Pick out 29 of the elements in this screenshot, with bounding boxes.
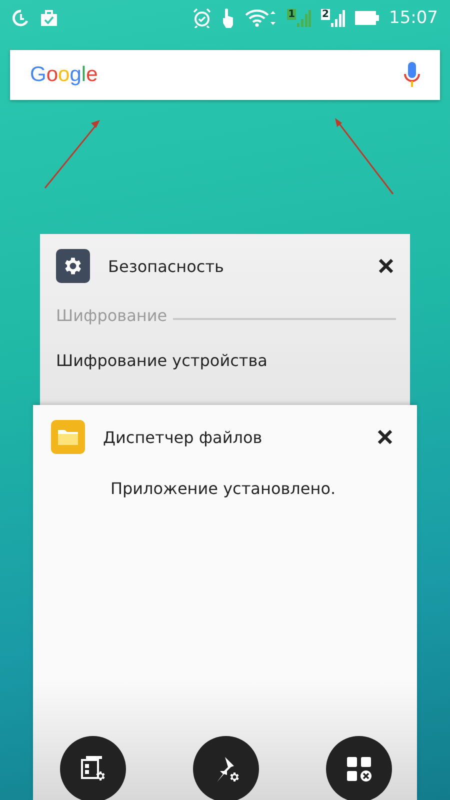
clock-time: 15:07: [389, 8, 438, 28]
wifi-icon: [245, 9, 278, 27]
app-card[interactable]: Безопасность Шифрование Шифрование устройства: [40, 234, 410, 406]
signal-icon: [297, 9, 312, 27]
signal-icon: [331, 9, 345, 27]
update-icon: [12, 9, 30, 27]
sim-number: 2: [321, 9, 330, 20]
section-header: Шифрование: [56, 306, 168, 325]
google-logo: Google: [30, 63, 98, 87]
annotation-arrow: [44, 120, 100, 188]
close-all-apps-icon: [344, 754, 374, 784]
battery-icon: [355, 11, 379, 25]
microphone-icon[interactable]: [404, 62, 420, 88]
touch-hand-icon: [221, 7, 236, 29]
sim-number: 1: [287, 9, 296, 20]
search-bar[interactable]: Google: [10, 50, 440, 100]
close-icon: [377, 429, 393, 445]
settings-app-icon: [56, 249, 90, 283]
setting-item: Шифрование устройства: [56, 351, 268, 370]
close-icon: [378, 258, 394, 274]
status-message: Приложение установлено.: [110, 479, 336, 498]
app-title: Безопасность: [108, 256, 225, 276]
folder-app-icon: [51, 420, 85, 454]
app-title: Диспетчер файлов: [103, 428, 264, 446]
briefcase-check-icon: [40, 9, 58, 27]
app-card[interactable]: Диспетчер файлов Приложение установлено.: [33, 405, 417, 800]
close-button[interactable]: [376, 256, 396, 276]
alarm-clock-icon: [193, 8, 212, 28]
close-button[interactable]: [375, 427, 395, 447]
